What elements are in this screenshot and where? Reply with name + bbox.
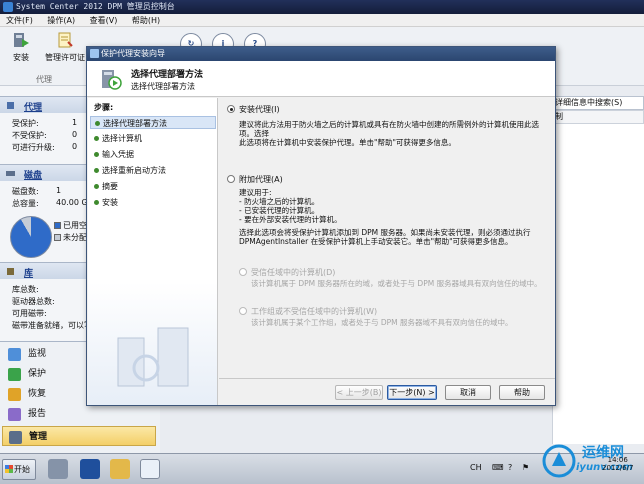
watermark-logo-icon [542, 444, 576, 478]
recovery-icon [8, 388, 21, 401]
step-bullet-icon [95, 121, 100, 126]
next-button[interactable]: 下一步(N) > [387, 385, 437, 400]
disk-usage-pie [10, 216, 52, 258]
wizard-header: 选择代理部署方法 选择代理部署方法 [87, 61, 555, 97]
library-title[interactable]: 库 [24, 266, 33, 279]
menu-action[interactable]: 操作(A) [41, 14, 81, 27]
wizard-content: 安装代理(I) 建议将此方法用于防火墙之后的计算机或具有在防火墙中创建的所需例外… [219, 98, 555, 378]
step-bullet-icon [94, 152, 99, 157]
app-icon [3, 2, 13, 12]
install-label: 安装 [13, 53, 29, 62]
taskbar-clock[interactable]: 14:06 2012/6/7 [602, 456, 633, 472]
workgroup-description: 该计算机属于某个工作组，或者处于与 DPM 服务器域不具有双向信任的域中。 [251, 318, 513, 327]
attach-agent-label[interactable]: 附加代理(A) [239, 174, 283, 185]
agent-deploy-icon [102, 70, 122, 90]
library-total-row: 库总数: [12, 285, 39, 294]
step-restart-method[interactable]: 选择重新启动方法 [90, 164, 216, 177]
dpm-console-icon[interactable] [140, 459, 160, 479]
install-agent-label[interactable]: 安装代理(I) [239, 104, 280, 115]
library-tapes-row: 可用磁带: [12, 309, 47, 318]
menu-bar: 文件(F) 操作(A) 查看(V) 帮助(H) [0, 14, 644, 27]
column-header[interactable]: 制 [552, 110, 644, 124]
server-manager-icon[interactable] [48, 459, 68, 479]
help-tray-icon[interactable]: ? [508, 463, 512, 472]
nav-management[interactable]: 管理 [2, 426, 156, 446]
window-title: System Center 2012 DPM 管理员控制台 [16, 2, 175, 11]
step-bullet-icon [94, 200, 99, 205]
library-ready-row: 磁带准备就绪，可以写 [12, 321, 92, 330]
install-agent-icon [14, 33, 29, 47]
window-title-bar: System Center 2012 DPM 管理员控制台 [0, 0, 644, 14]
servers-illustration-icon [117, 327, 189, 387]
disk-icon [6, 171, 15, 176]
step-select-method[interactable]: 选择代理部署方法 [90, 116, 216, 129]
monitoring-icon [8, 348, 21, 361]
steps-title: 步骤: [94, 103, 114, 112]
start-button[interactable]: 开始 [2, 459, 36, 480]
step-select-computers[interactable]: 选择计算机 [90, 132, 216, 145]
ribbon-group-label: 代理 [36, 75, 52, 84]
flag-icon[interactable]: ⚑ [522, 463, 529, 472]
step-summary[interactable]: 摘要 [90, 180, 216, 193]
install-agent-description: 建议将此方法用于防火墙之后的计算机或具有在防火墙中创建的所需例外的计算机使用此选… [239, 120, 539, 147]
attach-agent-radio[interactable] [227, 175, 235, 183]
disk-count-row: 磁盘数: 1 [12, 186, 62, 196]
powershell-icon[interactable] [80, 459, 100, 479]
trusted-domain-label[interactable]: 受信任域中的计算机(D) [251, 267, 335, 278]
install-button[interactable]: 安装 [8, 31, 34, 63]
clock-date: 2012/6/7 [602, 464, 634, 472]
wizard-title: 保护代理安装向导 [101, 49, 165, 58]
menu-view[interactable]: 查看(V) [84, 14, 124, 27]
nav-reporting[interactable]: 报告 [2, 404, 156, 424]
search-details-input[interactable]: 详细信息中搜索(S) [552, 96, 644, 110]
menu-file[interactable]: 文件(F) [0, 14, 39, 27]
trusted-domain-description: 该计算机属于 DPM 服务器所在的域，或者处于与 DPM 服务器域具有双向信任的… [251, 279, 542, 288]
wizard-icon [90, 49, 99, 58]
step-bullet-icon [94, 136, 99, 141]
agents-icon [7, 102, 14, 109]
attach-agent-note: 选择此选项会将受保护计算机添加到 DPM 服务器。如果尚未安装代理，则必须通过执… [239, 228, 531, 246]
license-icon [58, 32, 73, 48]
reporting-icon [8, 408, 21, 421]
agents-protected-row: 受保护: 1 [12, 118, 78, 128]
disk-title[interactable]: 磁盘 [24, 168, 42, 181]
language-indicator[interactable]: CH [470, 463, 482, 472]
legend-unallocated: 未分配 [54, 232, 87, 243]
protection-agent-wizard: 保护代理安装向导 选择代理部署方法 选择代理部署方法 步骤: 选择代理部署方法 … [86, 46, 556, 406]
workgroup-label[interactable]: 工作组或不受信任域中的计算机(W) [251, 306, 377, 317]
install-agent-radio[interactable] [227, 105, 235, 113]
wizard-steps-panel: 步骤: 选择代理部署方法 选择计算机 输入凭据 选择重新启动方法 摘要 安装 [88, 98, 218, 405]
keyboard-icon[interactable]: ⌨ [492, 463, 504, 472]
manage-license-button[interactable]: 管理许可证 [42, 31, 88, 63]
clock-time: 14:06 [607, 456, 628, 464]
cancel-button[interactable]: 取消 [445, 385, 491, 400]
license-label: 管理许可证 [45, 53, 85, 62]
wizard-title-bar: 保护代理安装向导 [87, 47, 555, 61]
protection-icon [8, 368, 21, 381]
step-credentials[interactable]: 输入凭据 [90, 148, 216, 161]
library-drives-row: 驱动器总数: [12, 297, 55, 306]
disk-capacity-row: 总容量: 40.00 GB [12, 198, 94, 208]
attach-agent-description: 建议用于: - 防火墙之后的计算机。 - 已安装代理的计算机。 - 要在外部安装… [239, 188, 342, 224]
back-button[interactable]: < 上一步(B) [335, 385, 383, 400]
wizard-header-title: 选择代理部署方法 [131, 70, 204, 80]
wizard-footer: < 上一步(B) 下一步(N) > 取消 帮助 [219, 378, 555, 406]
step-install[interactable]: 安装 [90, 196, 216, 209]
agents-unprotected-row: 不受保护: 0 [12, 130, 78, 140]
agents-upgrade-row: 可进行升级: 0 [12, 142, 78, 152]
library-icon [7, 268, 14, 275]
workgroup-radio[interactable] [239, 307, 247, 315]
file-explorer-icon[interactable] [110, 459, 130, 479]
details-list [552, 124, 644, 444]
step-bullet-icon [94, 184, 99, 189]
step-bullet-icon [94, 168, 99, 173]
menu-help[interactable]: 帮助(H) [126, 14, 166, 27]
legend-used: 已用空 [54, 220, 87, 231]
trusted-domain-radio[interactable] [239, 268, 247, 276]
wizard-header-subtitle: 选择代理部署方法 [131, 82, 195, 91]
help-button[interactable]: 帮助 [499, 385, 545, 400]
management-icon [9, 431, 22, 444]
agents-title[interactable]: 代理 [24, 100, 42, 113]
